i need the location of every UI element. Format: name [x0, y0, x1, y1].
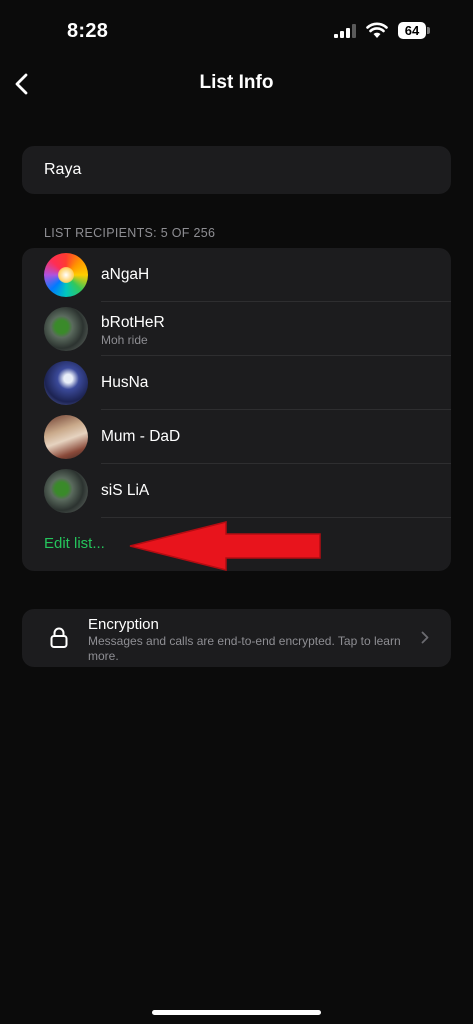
encryption-description: Messages and calls are end-to-end encryp… [88, 634, 401, 663]
contact-name: aNgaH [101, 266, 150, 283]
list-item[interactable]: bRotHeR Moh ride [22, 302, 451, 356]
list-item[interactable]: siS LiA [22, 464, 451, 518]
edit-list-button[interactable]: Edit list... [44, 535, 105, 552]
list-item[interactable]: aNgaH [22, 248, 451, 302]
avatar [44, 361, 88, 405]
home-indicator[interactable] [152, 1010, 321, 1015]
battery-icon: 64 [398, 22, 431, 40]
list-name-value: Raya [44, 161, 82, 178]
status-bar: 8:28 64 [0, 0, 473, 60]
nav-bar: List Info [0, 60, 473, 108]
avatar [44, 307, 88, 351]
encryption-row[interactable]: Encryption Messages and calls are end-to… [22, 609, 451, 667]
contact-name: bRotHeR [101, 314, 165, 331]
contact-name: Mum - DaD [101, 428, 181, 445]
encryption-title: Encryption [88, 616, 159, 633]
chevron-right-icon [421, 631, 429, 644]
status-time: 8:28 [67, 20, 109, 42]
page-title: List Info [199, 72, 274, 93]
list-item[interactable]: HusNa [22, 356, 451, 410]
list-name-field[interactable]: Raya [22, 146, 451, 194]
contact-name: siS LiA [101, 482, 150, 499]
lock-icon [50, 627, 68, 648]
annotation-arrow-icon [129, 521, 321, 571]
contact-status: Moh ride [101, 333, 148, 347]
contact-name: HusNa [101, 374, 149, 391]
signal-icon [334, 24, 356, 38]
battery-level: 64 [398, 22, 426, 39]
avatar [44, 253, 88, 297]
avatar [44, 469, 88, 513]
avatar [44, 415, 88, 459]
wifi-icon [366, 22, 388, 38]
recipients-section-header: LIST RECIPIENTS: 5 OF 256 [44, 226, 216, 240]
list-item[interactable]: Mum - DaD [22, 410, 451, 464]
